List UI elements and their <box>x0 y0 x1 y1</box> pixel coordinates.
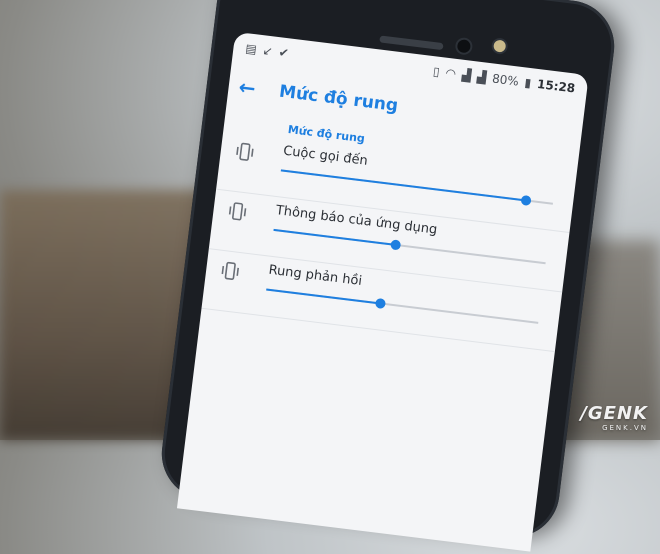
earpiece <box>379 35 444 51</box>
front-camera <box>456 38 472 54</box>
vibrate-icon <box>219 261 241 281</box>
notification-icon: ▤ <box>244 41 258 57</box>
vibrate-icon <box>234 142 256 162</box>
battery-icon: ▮ <box>523 75 533 91</box>
slider-fill <box>280 169 526 202</box>
slider-label: Cuộc gọi đến <box>282 143 369 169</box>
clock: 15:28 <box>536 76 576 96</box>
slider-fill <box>266 288 381 305</box>
arrow-left-icon[interactable]: ← <box>237 75 257 101</box>
slider-thumb[interactable] <box>520 194 532 206</box>
watermark-logo: /GENK <box>580 403 648 424</box>
wifi-icon: ◠ <box>444 65 457 81</box>
page-title: Mức độ rung <box>278 81 400 117</box>
phone: ▤ ↙ ✔ ▯ ◠ ▟ ▟ 80% ▮ 15:28 ← Mức độ rung … <box>156 0 620 552</box>
signal-icon: ▟ <box>461 67 472 83</box>
status-left: ▤ ↙ ✔ <box>245 41 290 60</box>
slider-track[interactable] <box>266 288 539 324</box>
slider-thumb[interactable] <box>374 297 387 310</box>
slider-label: Rung phản hồi <box>267 262 363 290</box>
watermark-site: GENK.VN <box>602 424 648 432</box>
vibrate-icon: ▯ <box>432 64 441 79</box>
divider <box>201 307 555 353</box>
slider-fill <box>273 228 397 246</box>
check-icon: ✔ <box>277 45 290 61</box>
screen: ▤ ↙ ✔ ▯ ◠ ▟ ▟ 80% ▮ 15:28 ← Mức độ rung … <box>176 31 589 552</box>
proximity-sensor <box>492 39 507 53</box>
watermark: /GENK GENK.VN <box>580 403 648 432</box>
vibrate-icon <box>227 201 249 221</box>
slider-track[interactable] <box>280 169 553 206</box>
slider-thumb[interactable] <box>390 239 402 251</box>
signal-icon-2: ▟ <box>476 69 488 85</box>
missed-call-icon: ↙ <box>261 43 274 59</box>
battery-level: 80% <box>491 71 520 89</box>
